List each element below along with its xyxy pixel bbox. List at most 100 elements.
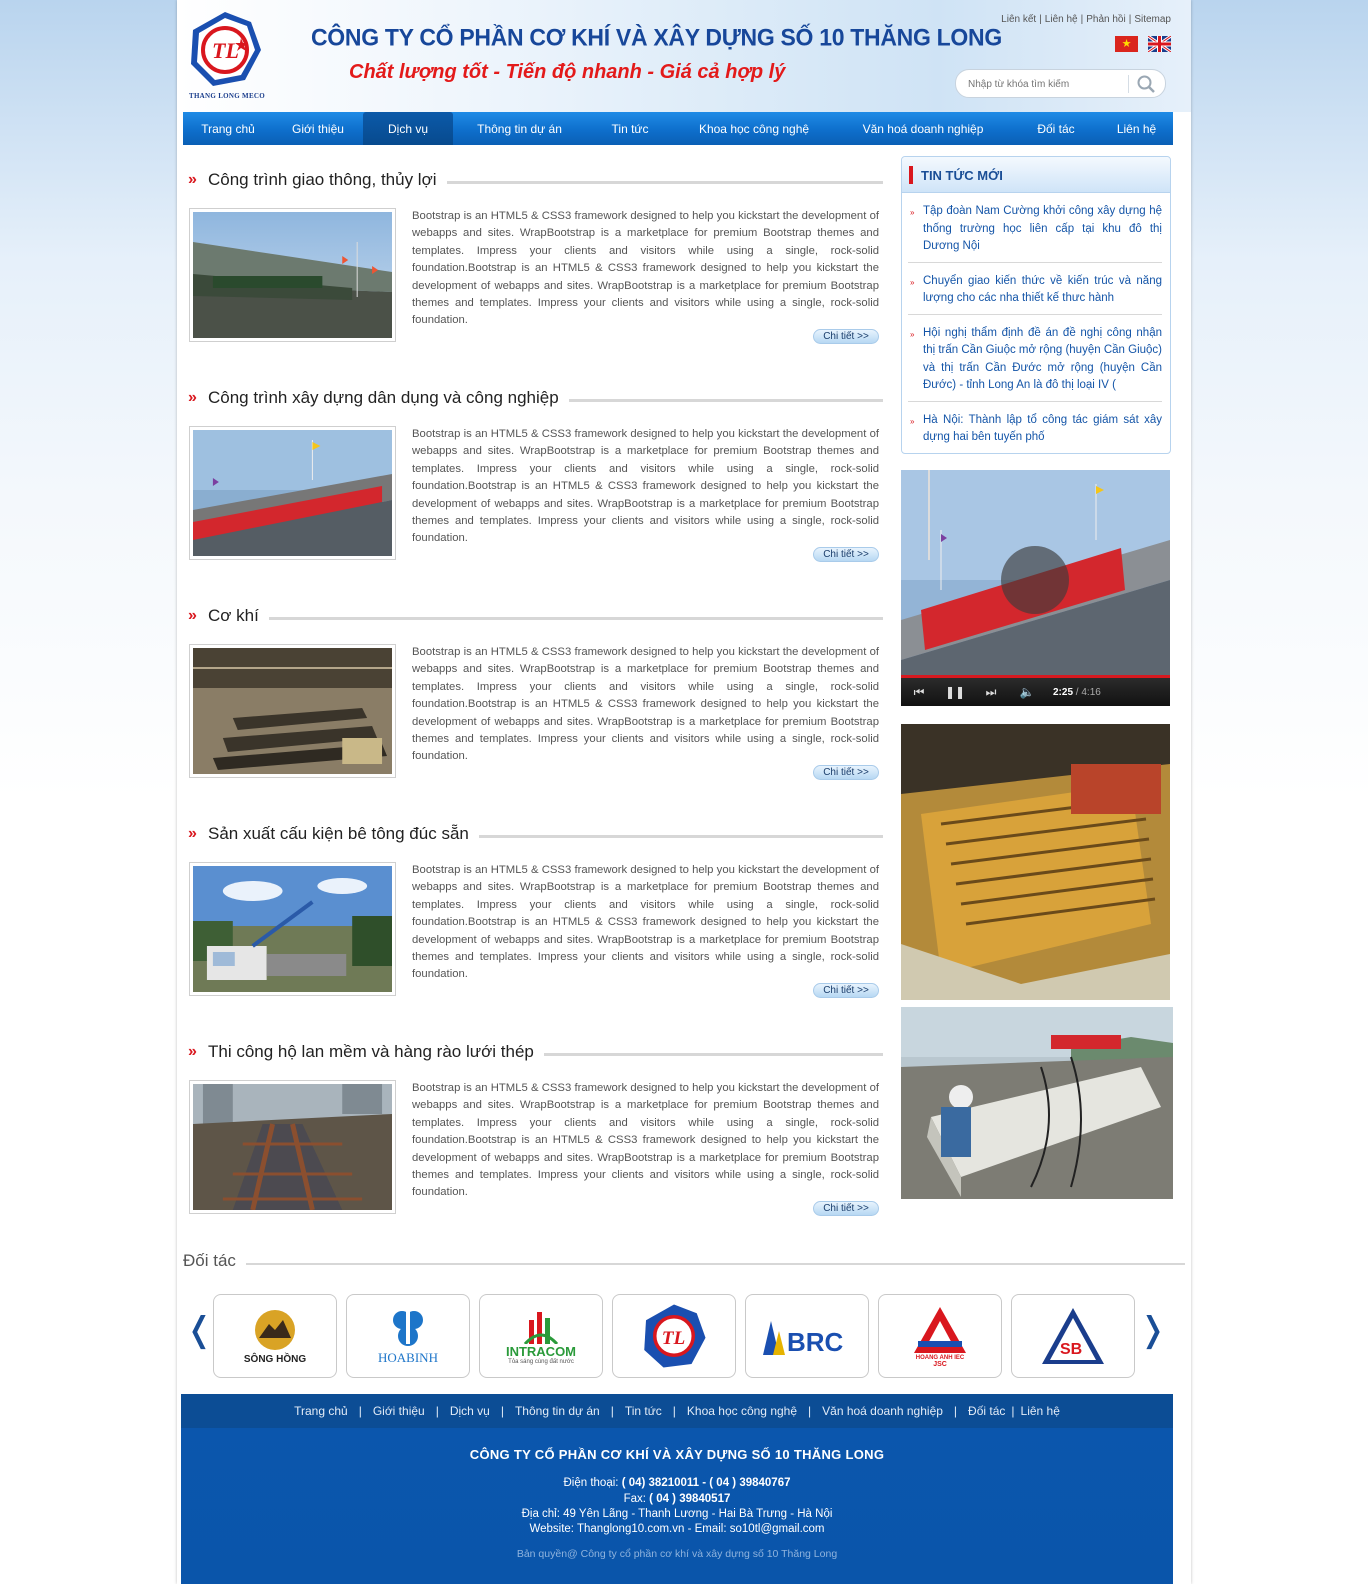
news-item[interactable]: » Hà Nội: Thành lập tổ công tác giám sát …: [908, 402, 1162, 453]
play-overlay-icon[interactable]: [1001, 546, 1069, 614]
search-input[interactable]: [968, 76, 1118, 92]
news-link[interactable]: Chuyển giao kiến thức về kiến trúc và nă…: [923, 275, 1162, 305]
section-description: Bootstrap is an HTML5 & CSS3 framework d…: [412, 210, 879, 327]
link-lien-ket[interactable]: Liên kết: [1001, 14, 1036, 25]
nav-van-hoa-doanh-nghiep[interactable]: Văn hoá doanh nghiệp: [834, 112, 1012, 145]
uk-flag-icon[interactable]: [1148, 36, 1171, 52]
section-description: Bootstrap is an HTML5 & CSS3 framework d…: [412, 864, 879, 981]
language-flags: ★: [1115, 36, 1171, 52]
footer-link-thong-tin-du-an[interactable]: Thông tin dự án: [515, 1404, 600, 1418]
volume-icon[interactable]: 🔈: [1009, 685, 1045, 699]
video-player[interactable]: ⏮ ❚❚ ⏭ 🔈 2:25 / 4:16: [901, 470, 1170, 706]
partner-label: INTRACOM: [505, 1343, 577, 1359]
rewind-icon[interactable]: ⏮: [901, 685, 937, 700]
footer-link-khoa-hoc-cong-nghe[interactable]: Khoa học công nghệ: [687, 1404, 797, 1418]
detail-button[interactable]: Chi tiết >>: [813, 547, 879, 562]
construction-photo-beam[interactable]: [901, 1007, 1173, 1199]
footer-link-lien-he[interactable]: Liên hệ: [1021, 1404, 1060, 1418]
section-title[interactable]: Sản xuất cấu kiện bê tông đúc sẵn: [208, 824, 479, 844]
footer-link-dich-vu[interactable]: Dịch vụ: [450, 1404, 490, 1418]
section-heading: » Cơ khí: [188, 604, 883, 628]
double-chevron-icon: »: [188, 1043, 197, 1060]
pause-icon[interactable]: ❚❚: [937, 685, 973, 699]
construction-photo-night[interactable]: [901, 724, 1170, 1000]
company-logo[interactable]: TL: [185, 8, 265, 98]
link-sitemap[interactable]: Sitemap: [1134, 14, 1171, 25]
footer-website[interactable]: Website: Thanglong10.com.vn - Email: so1…: [181, 1523, 1173, 1535]
detail-button[interactable]: Chi tiết >>: [813, 1201, 879, 1216]
section-thumbnail[interactable]: [189, 862, 396, 996]
detail-button[interactable]: Chi tiết >>: [813, 329, 879, 344]
fast-forward-icon[interactable]: ⏭: [973, 685, 1009, 700]
nav-gioi-thieu[interactable]: Giới thiệu: [273, 112, 363, 145]
section-heading: » Thi công hộ lan mềm và hàng rào lưới th…: [188, 1040, 883, 1064]
news-item[interactable]: » Tập đoàn Nam Cường khởi công xây dựng h…: [908, 193, 1162, 263]
footer-phone: Điện thoại: ( 04) 38210011 - ( 04 ) 3984…: [181, 1477, 1173, 1489]
footer-fax-value: ( 04 ) 39840517: [649, 1493, 731, 1505]
partner-intracom[interactable]: INTRACOM Tỏa sáng cùng đất nước: [479, 1294, 603, 1378]
link-phan-hoi[interactable]: Phản hồi: [1086, 14, 1125, 25]
partner-hoang-anh[interactable]: HOANG ANH IEC JSC: [878, 1294, 1002, 1378]
footer-link-van-hoa-doanh-nghiep[interactable]: Văn hoá doanh nghiệp: [822, 1404, 943, 1418]
site-header: TL THANG LONG MECO CÔNG TY CỔ PHẦN CƠ KH…: [177, 0, 1191, 112]
partner-hoabinh[interactable]: HOABINH: [346, 1294, 470, 1378]
footer-fax: Fax: ( 04 ) 39840517: [181, 1493, 1173, 1505]
section-title[interactable]: Công trình xây dựng dân dụng và công ngh…: [208, 388, 569, 408]
latest-news-header: TIN TỨC MỚI: [902, 157, 1170, 193]
section-heading: » Công trình xây dựng dân dụng và công ng…: [188, 386, 883, 410]
link-lien-he[interactable]: Liên hệ: [1045, 14, 1078, 25]
partner-sba[interactable]: SB: [1011, 1294, 1135, 1378]
nav-khoa-hoc-cong-nghe[interactable]: Khoa học công nghệ: [674, 112, 834, 145]
partner-brc[interactable]: BRC: [745, 1294, 869, 1378]
partner-thang-long[interactable]: TL: [612, 1294, 736, 1378]
partners-title: Đối tác: [183, 1251, 236, 1270]
heading-rule: [568, 398, 883, 402]
partner-label: BRC: [787, 1327, 844, 1357]
news-link[interactable]: Hội nghị thẩm định đề án đề nghị công nh…: [923, 327, 1162, 392]
nav-lien-he[interactable]: Liên hệ: [1100, 112, 1173, 145]
main-nav: Trang chủ Giới thiệu Dịch vụ Thông tin d…: [183, 112, 1173, 145]
news-list: » Tập đoàn Nam Cường khởi công xây dựng h…: [902, 193, 1170, 453]
section-thumbnail[interactable]: [189, 1080, 396, 1214]
section-thumbnail[interactable]: [189, 644, 396, 778]
nav-tin-tuc[interactable]: Tin tức: [586, 112, 674, 145]
footer-phone-label: Điện thoại:: [563, 1477, 622, 1489]
section-thumbnail[interactable]: [189, 426, 396, 560]
section-heading: » Sản xuất cấu kiện bê tông đúc sẵn: [188, 822, 883, 846]
nav-thong-tin-du-an[interactable]: Thông tin dự án: [453, 112, 586, 145]
vietnam-flag-icon[interactable]: ★: [1115, 36, 1138, 52]
news-item[interactable]: » Chuyển giao kiến thức về kiến trúc và n…: [908, 263, 1162, 315]
svg-text:TL: TL: [212, 38, 239, 63]
bullet-icon: »: [910, 277, 915, 287]
news-link[interactable]: Tập đoàn Nam Cường khởi công xây dựng hệ…: [923, 205, 1162, 252]
top-links: Liên kết | Liên hệ | Phản hồi | Sitemap: [1001, 14, 1171, 25]
nav-trang-chu[interactable]: Trang chủ: [183, 112, 273, 145]
news-link[interactable]: Hà Nội: Thành lập tổ công tác giám sát x…: [923, 414, 1162, 444]
carousel-next-icon[interactable]: ❭: [1139, 1310, 1168, 1350]
partners-heading: Đối tác: [183, 1248, 1185, 1274]
company-title: CÔNG TY CỔ PHẦN CƠ KHÍ VÀ XÂY DỰNG SỐ 10…: [311, 23, 1002, 51]
carousel-prev-icon[interactable]: ❬: [185, 1310, 214, 1350]
detail-button[interactable]: Chi tiết >>: [813, 983, 879, 998]
footer-link-gioi-thieu[interactable]: Giới thiệu: [373, 1404, 425, 1418]
video-current-time: 2:25: [1053, 686, 1074, 698]
section-title[interactable]: Thi công hộ lan mềm và hàng rào lưới thé…: [208, 1042, 544, 1062]
service-section: » Công trình xây dựng dân dụng và công ng…: [183, 378, 883, 596]
footer-link-tin-tuc[interactable]: Tin tức: [625, 1404, 662, 1418]
latest-news-box: TIN TỨC MỚI » Tập đoàn Nam Cường khởi côn…: [901, 156, 1171, 454]
latest-news-title: TIN TỨC MỚI: [921, 168, 1003, 183]
nav-doi-tac[interactable]: Đối tác: [1012, 112, 1100, 145]
footer-link-doi-tac[interactable]: Đối tác: [968, 1404, 1005, 1418]
footer-nav: Trang chủ | Giới thiệu | Dịch vụ | Thông ti…: [181, 1394, 1173, 1428]
section-title[interactable]: Cơ khí: [208, 606, 269, 626]
section-description: Bootstrap is an HTML5 & CSS3 framework d…: [412, 1082, 879, 1199]
partner-song-hong[interactable]: SÔNG HỒNG: [213, 1294, 337, 1378]
news-item[interactable]: » Hội nghị thẩm định đề án đề nghị công n…: [908, 315, 1162, 402]
nav-dich-vu[interactable]: Dịch vụ: [363, 112, 453, 145]
footer-link-trang-chu[interactable]: Trang chủ: [294, 1404, 348, 1418]
detail-button[interactable]: Chi tiết >>: [813, 765, 879, 780]
double-chevron-icon: »: [188, 171, 197, 188]
section-thumbnail[interactable]: [189, 208, 396, 342]
section-title[interactable]: Công trình giao thông, thủy lợi: [208, 170, 447, 190]
search-icon[interactable]: [1136, 74, 1156, 94]
